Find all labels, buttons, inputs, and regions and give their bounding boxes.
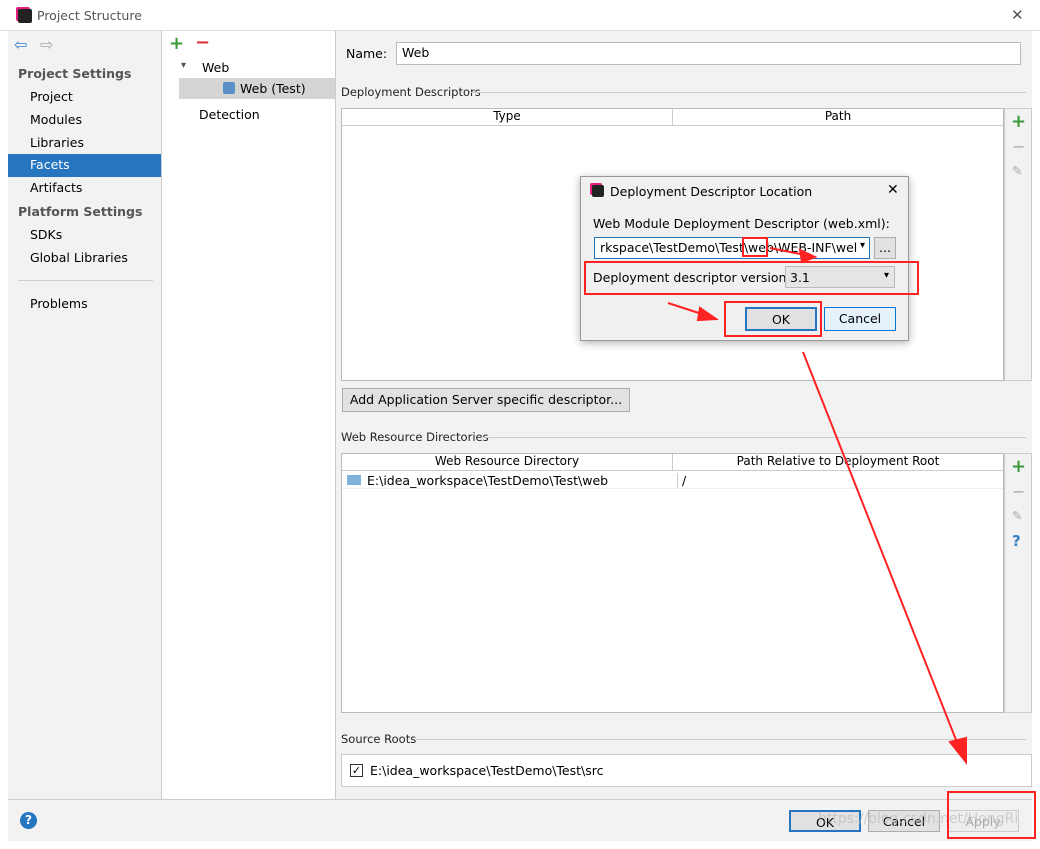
annotation-arrowhead [696,306,719,322]
annotation-arrows [667,247,967,765]
annotation-arrowhead [948,736,967,765]
annotation-arrowhead [798,248,818,264]
annotation-arrow [802,351,961,751]
